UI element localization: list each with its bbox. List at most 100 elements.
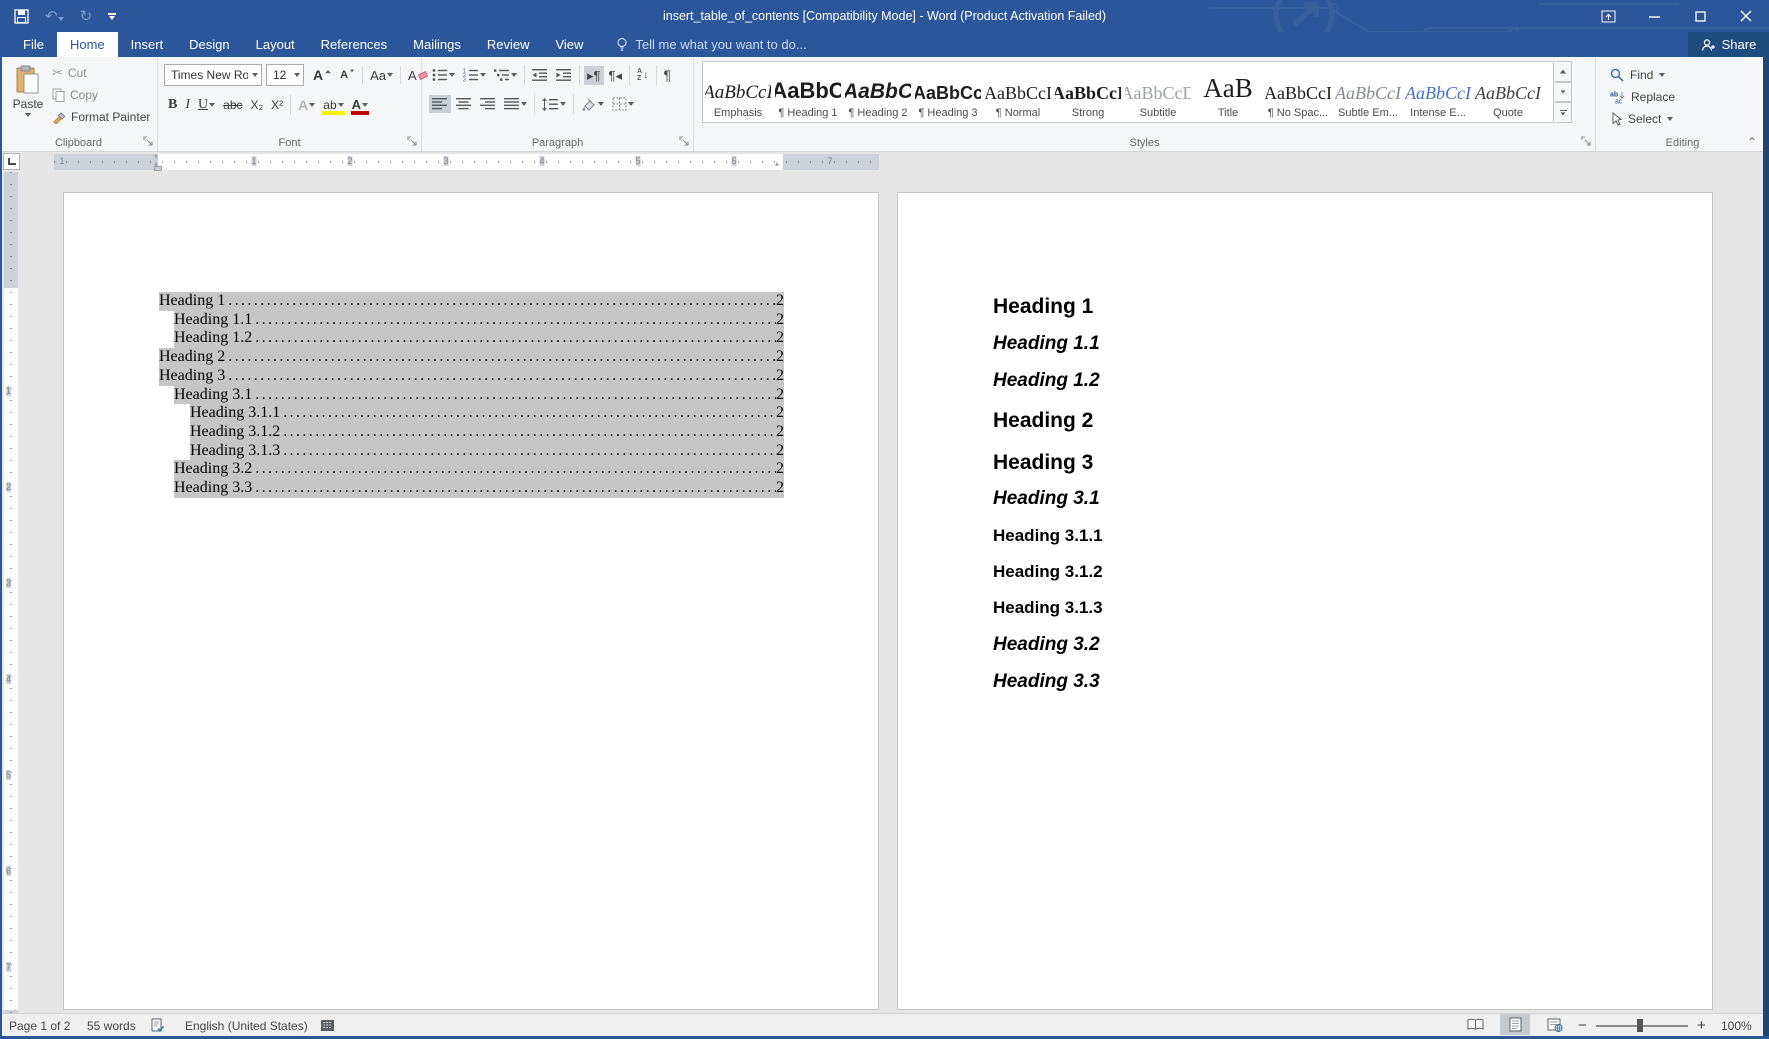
document-heading[interactable]: Heading 3.1 [993, 489, 1100, 510]
highlight-color-button[interactable]: ab [320, 94, 346, 116]
word-count[interactable]: 55 words [87, 1014, 136, 1037]
style-subtitle[interactable]: AaBbCcD Subtitle [1123, 62, 1193, 122]
document-heading[interactable]: Heading 2 [993, 409, 1093, 432]
sort-button[interactable]: AZ ↓ [634, 65, 652, 85]
zoom-slider-thumb[interactable] [1637, 1019, 1643, 1032]
ribbon-display-options-button[interactable] [1585, 0, 1631, 32]
styles-scroll-up-button[interactable] [1555, 61, 1572, 82]
style-quote[interactable]: AaBbCcI Quote [1473, 62, 1543, 122]
line-spacing-button[interactable] [539, 95, 569, 114]
language-indicator[interactable]: English (United States) [185, 1014, 308, 1037]
right-indent-marker[interactable]: ▴ [775, 160, 779, 168]
left-indent-marker[interactable] [154, 166, 162, 171]
tab-home[interactable]: Home [57, 32, 118, 57]
toc-entry[interactable]: Heading 3.2.............................… [174, 460, 784, 479]
tab-selector[interactable] [3, 153, 20, 170]
style-intense-emphasis[interactable]: AaBbCcI Intense E... [1403, 62, 1473, 122]
font-dialog-launcher[interactable] [407, 136, 418, 147]
toc-entry[interactable]: Heading 3...............................… [159, 367, 784, 386]
style-emphasis[interactable]: AaBbCcI Emphasis [703, 62, 773, 122]
shading-button[interactable] [578, 94, 607, 114]
document-heading[interactable]: Heading 3.1.2 [993, 563, 1103, 582]
justify-button[interactable] [501, 95, 530, 113]
tab-file[interactable]: File [10, 32, 57, 57]
read-mode-button[interactable] [1460, 1014, 1490, 1035]
subscript-button[interactable]: X₂ [248, 94, 267, 116]
borders-button[interactable] [609, 94, 637, 114]
page-1[interactable]: Heading 1...............................… [63, 192, 879, 1010]
macro-recording-icon[interactable] [320, 1014, 335, 1037]
print-layout-button[interactable] [1500, 1014, 1530, 1035]
tab-mailings[interactable]: Mailings [400, 32, 474, 57]
style-heading-2[interactable]: AaBbC ¶ Heading 2 [843, 62, 913, 122]
page-indicator[interactable]: Page 1 of 2 [9, 1014, 70, 1037]
document-heading[interactable]: Heading 3.1.1 [993, 527, 1103, 546]
document-heading[interactable]: Heading 3.1.3 [993, 599, 1103, 618]
zoom-in-button[interactable]: + [1697, 1014, 1706, 1037]
underline-button[interactable]: U [195, 94, 218, 116]
document-heading[interactable]: Heading 3.2 [993, 635, 1100, 656]
italic-button[interactable]: I [182, 94, 193, 116]
maximize-button[interactable] [1677, 0, 1723, 32]
web-layout-button[interactable] [1540, 1014, 1570, 1035]
clipboard-dialog-launcher[interactable] [143, 136, 154, 147]
horizontal-ruler[interactable]: 1 1 2 3 4 5 6 7 ▾ ▴ ▴ [54, 154, 879, 170]
zoom-out-button[interactable]: − [1578, 1014, 1587, 1037]
superscript-button[interactable]: X² [268, 94, 286, 116]
strikethrough-button[interactable]: abc [220, 94, 245, 116]
style-no-spacing[interactable]: AaBbCcI ¶ No Spac... [1263, 62, 1333, 122]
styles-scroll-down-button[interactable] [1555, 82, 1572, 103]
increase-indent-button[interactable] [553, 65, 575, 85]
tab-review[interactable]: Review [474, 32, 543, 57]
toc-entry[interactable]: Heading 3.1.3...........................… [190, 442, 784, 461]
copy-button[interactable]: Copy [52, 85, 150, 104]
change-case-button[interactable]: Aa [367, 64, 396, 86]
align-left-button[interactable] [429, 95, 451, 113]
align-right-button[interactable] [477, 95, 499, 113]
tab-design[interactable]: Design [176, 32, 242, 57]
replace-button[interactable]: ab ac Replace [1610, 87, 1675, 107]
style-heading-3[interactable]: AaBbCc ¶ Heading 3 [913, 62, 983, 122]
font-color-button[interactable]: A [349, 94, 371, 116]
style-strong[interactable]: AaBbCcI Strong [1053, 62, 1123, 122]
tab-references[interactable]: References [308, 32, 400, 57]
cut-button[interactable]: ✂ Cut [52, 63, 150, 82]
font-size-combobox[interactable]: 12 [266, 64, 304, 86]
share-button[interactable]: Share [1688, 32, 1769, 57]
style-normal[interactable]: AaBbCcI ¶ Normal [983, 62, 1053, 122]
close-button[interactable] [1723, 0, 1769, 32]
decrease-indent-button[interactable] [529, 65, 551, 85]
toc-entry[interactable]: Heading 3.1.1...........................… [190, 404, 784, 423]
show-formatting-marks-button[interactable]: ¶ [661, 65, 675, 85]
grow-font-button[interactable]: A [310, 64, 335, 86]
style-subtle-emphasis[interactable]: AaBbCcI Subtle Em... [1333, 62, 1403, 122]
zoom-level[interactable]: 100% [1721, 1014, 1752, 1037]
tab-view[interactable]: View [542, 32, 596, 57]
numbering-button[interactable]: 1 2 3 [460, 65, 489, 85]
font-name-combobox[interactable]: Times New Ro [164, 64, 262, 86]
select-button[interactable]: Select [1610, 109, 1673, 129]
find-button[interactable]: Find [1610, 65, 1665, 85]
document-heading[interactable]: Heading 1.1 [993, 334, 1100, 355]
paragraph-dialog-launcher[interactable] [679, 136, 690, 147]
toc-entry[interactable]: Heading 3.1.2...........................… [190, 423, 784, 442]
toc-entry[interactable]: Heading 3.3.............................… [174, 479, 784, 498]
tab-insert[interactable]: Insert [118, 32, 177, 57]
tell-me-box[interactable]: Tell me what you want to do... [616, 32, 806, 57]
left-to-right-button[interactable]: ▸¶ [584, 66, 604, 85]
bold-button[interactable]: B [165, 94, 180, 116]
toc-entry[interactable]: Heading 1.2.............................… [174, 329, 784, 348]
toc-entry[interactable]: Heading 1.1.............................… [174, 311, 784, 330]
style-title[interactable]: AaB Title [1193, 62, 1263, 122]
styles-dialog-launcher[interactable] [1581, 136, 1592, 147]
shrink-font-button[interactable]: A [337, 64, 358, 86]
multilevel-list-button[interactable] [491, 65, 520, 85]
style-heading-1[interactable]: AaBbC ¶ Heading 1 [773, 62, 843, 122]
right-to-left-button[interactable]: ¶◂ [606, 66, 626, 85]
document-heading[interactable]: Heading 1 [993, 295, 1093, 318]
toc-entry[interactable]: Heading 1...............................… [159, 292, 784, 311]
tab-layout[interactable]: Layout [243, 32, 308, 57]
document-heading[interactable]: Heading 3.3 [993, 672, 1100, 693]
text-effects-button[interactable]: A [295, 94, 318, 116]
minimize-button[interactable] [1631, 0, 1677, 32]
